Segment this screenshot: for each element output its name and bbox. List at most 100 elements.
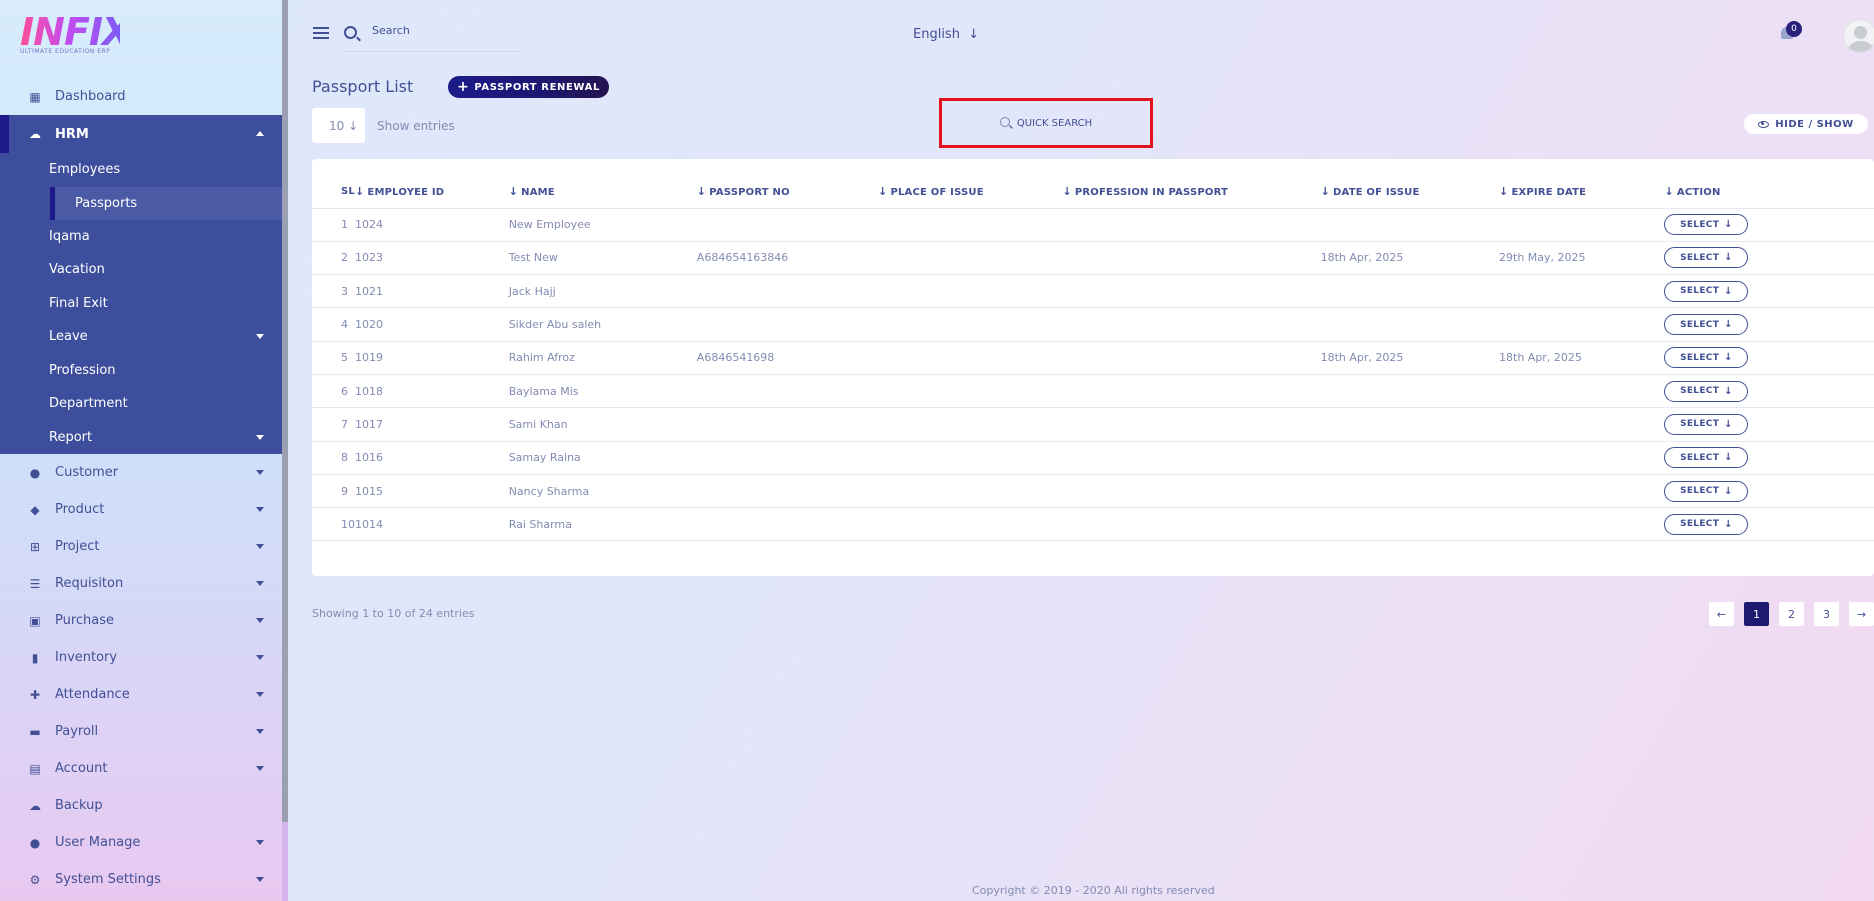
user-plus-icon: ✚ (29, 687, 41, 702)
pagination: ← 1 2 3 → (1709, 602, 1874, 626)
table-cell: Jack Hajj (508, 274, 697, 309)
column-header-action[interactable]: ↓ ACTION (1664, 175, 1874, 209)
select-button[interactable]: SELECT ↓ (1664, 380, 1749, 402)
sidebar-item-product[interactable]: ◆ Product (0, 491, 282, 528)
table-body: 1 1024 New Employee SELECT ↓ 2 1023 Test New A68… (312, 208, 1874, 542)
table-cell-action: SELECT ↓ (1664, 507, 1874, 542)
select-button[interactable]: SELECT ↓ (1664, 413, 1749, 435)
table-cell (878, 441, 1063, 475)
hide-show-button[interactable]: HIDE / SHOW (1744, 114, 1868, 134)
table-cell (696, 374, 879, 409)
search-input[interactable] (372, 24, 512, 37)
table-cell: 1023 (355, 241, 509, 276)
table-cell (878, 507, 1063, 542)
column-header-date-of-issue[interactable]: ↓ DATE OF ISSUE (1320, 175, 1500, 209)
table-cell: 1024 (355, 208, 509, 242)
quick-search-input[interactable]: QUICK SEARCH (939, 98, 1153, 148)
sidebar-item-leave[interactable]: Leave (0, 320, 282, 354)
table-cell-action: SELECT ↓ (1664, 208, 1874, 242)
select-button[interactable]: SELECT ↓ (1664, 280, 1749, 302)
sidebar-item-report[interactable]: Report (0, 421, 282, 455)
sidebar-item-label: Payroll (55, 724, 99, 739)
prev-page-button[interactable]: ← (1709, 602, 1734, 626)
sidebar-item-requisiton[interactable]: ☰ Requisiton (0, 565, 282, 602)
select-button[interactable]: SELECT ↓ (1664, 247, 1749, 269)
select-button[interactable]: SELECT ↓ (1664, 447, 1749, 469)
page-button-1[interactable]: 1 (1744, 602, 1769, 626)
passport-renewal-button[interactable]: + PASSPORT RENEWAL (448, 76, 609, 98)
caret-down-icon (256, 618, 264, 623)
page-button-3[interactable]: 3 (1814, 602, 1839, 626)
entries-select[interactable]: 10 ↓ (312, 108, 365, 143)
table-cell: 1014 (355, 507, 509, 542)
table-cell (878, 274, 1063, 309)
sidebar-item-label: Employees (49, 162, 121, 178)
table-cell (1320, 374, 1500, 409)
table-cell: 29th May, 2025 (1499, 241, 1665, 276)
passport-table: SL ↓ EMPLOYEE ID ↓ NAME ↓ PASSPORT NO ↓ PLAC… (312, 175, 1874, 542)
sidebar-item-label: Vacation (49, 262, 105, 278)
page-button-2[interactable]: 2 (1779, 602, 1804, 626)
sidebar-item-final-exit[interactable]: Final Exit (0, 287, 282, 321)
entries-label: Show entries (377, 119, 455, 133)
sidebar-item-employees[interactable]: Employees (0, 153, 282, 187)
sidebar-item-system-settings[interactable]: ⚙ System Settings (0, 861, 282, 898)
select-button[interactable]: SELECT ↓ (1664, 314, 1749, 336)
avatar[interactable] (1843, 19, 1874, 53)
sidebar-item-label: HRM (55, 126, 89, 142)
arrow-down-icon: ↓ (1724, 452, 1733, 464)
table-cell-action: SELECT ↓ (1664, 307, 1874, 342)
eye-icon (1758, 120, 1770, 128)
column-header-employee-id[interactable]: ↓ EMPLOYEE ID (355, 175, 509, 209)
caret-down-icon (256, 729, 264, 734)
sidebar-item-label: Product (55, 502, 105, 517)
hamburger-menu-icon[interactable] (313, 27, 329, 41)
column-header-profession[interactable]: ↓ PROFESSION IN PASSPORT (1062, 175, 1321, 209)
column-header-place-of-issue[interactable]: ↓ PLACE OF ISSUE (878, 175, 1063, 209)
logo[interactable]: INFIX ULTIMATE EDUCATION ERP (20, 13, 131, 58)
sidebar-item-department[interactable]: Department (0, 387, 282, 421)
sidebar-item-purchase[interactable]: ▣ Purchase (0, 602, 282, 639)
select-button[interactable]: SELECT ↓ (1664, 513, 1749, 535)
column-header-name[interactable]: ↓ NAME (508, 175, 697, 209)
sidebar-item-customer[interactable]: ● Customer (0, 454, 282, 491)
language-label: English (913, 27, 960, 42)
table-cell: 1017 (355, 407, 509, 442)
arrow-down-icon: ↓ (1724, 418, 1733, 430)
sidebar-item-attendance[interactable]: ✚ Attendance (0, 676, 282, 713)
sidebar-item-profession[interactable]: Profession (0, 354, 282, 388)
table-cell: 18th Apr, 2025 (1499, 341, 1665, 375)
column-header-passport-no[interactable]: ↓ PASSPORT NO (696, 175, 879, 209)
sidebar-item-dashboard[interactable]: ▦ Dashboard (0, 78, 282, 115)
sidebar-item-label: Project (55, 539, 100, 554)
table-cell (1499, 374, 1665, 409)
select-button[interactable]: SELECT ↓ (1664, 480, 1749, 502)
sidebar-item-backup[interactable]: ☁ Backup (0, 787, 282, 824)
table-cell (1062, 474, 1321, 509)
sidebar-item-vacation[interactable]: Vacation (0, 253, 282, 287)
sidebar-item-user-manage[interactable]: ● User Manage (0, 824, 282, 861)
language-selector[interactable]: English ↓ (913, 27, 979, 42)
sort-arrow-icon: ↓ (1499, 184, 1509, 198)
sidebar-item-inventory[interactable]: ▮ Inventory (0, 639, 282, 676)
sidebar-item-project[interactable]: ⊞ Project (0, 528, 282, 565)
table-cell (1320, 441, 1500, 475)
sidebar-scrollbar-thumb[interactable] (282, 0, 288, 822)
select-button[interactable]: SELECT ↓ (1664, 214, 1749, 236)
sidebar-item-payroll[interactable]: ▬ Payroll (0, 713, 282, 750)
table-cell (696, 208, 879, 242)
column-header-expire-date[interactable]: ↓ EXPIRE DATE (1499, 175, 1665, 209)
sidebar-item-hrm[interactable]: ☁ HRM (0, 115, 282, 153)
next-page-button[interactable]: → (1849, 602, 1874, 626)
column-header-sl[interactable]: SL (312, 175, 355, 209)
table-cell: 2 (312, 241, 355, 276)
table-cell (1320, 208, 1500, 242)
caret-down-icon (256, 840, 264, 845)
sidebar-item-passports[interactable]: Passports (50, 186, 282, 220)
table-cell-action: SELECT ↓ (1664, 274, 1874, 309)
sidebar-item-iqama[interactable]: Iqama (0, 220, 282, 254)
select-button[interactable]: SELECT ↓ (1664, 347, 1749, 369)
sidebar-item-account[interactable]: ▤ Account (0, 750, 282, 787)
table-cell: 1019 (355, 341, 509, 375)
cart-icon: ▣ (29, 613, 41, 628)
